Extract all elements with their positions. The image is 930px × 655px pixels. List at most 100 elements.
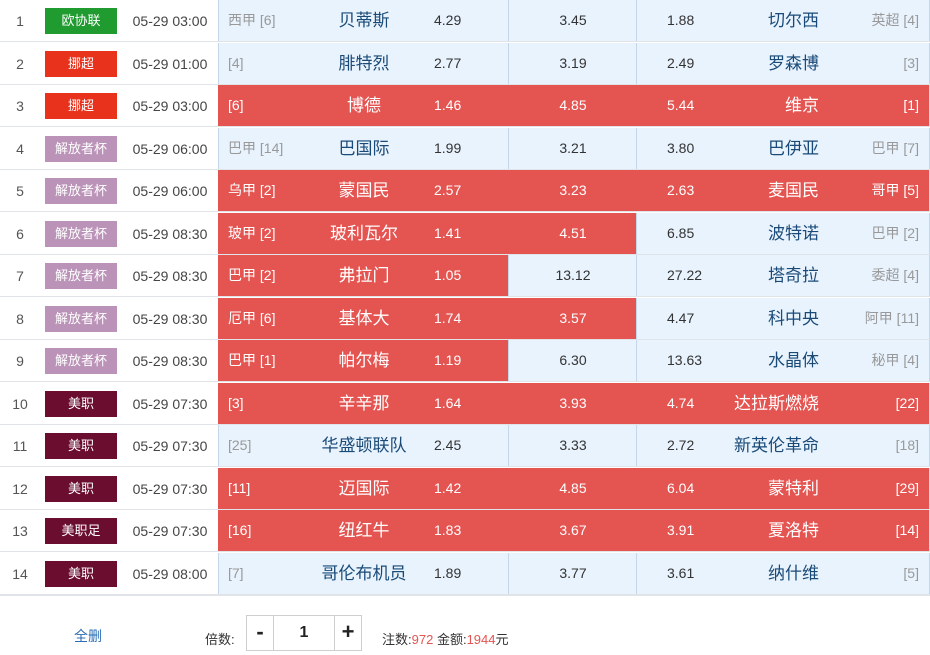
- row-index: 7: [16, 268, 24, 284]
- home-team: 辛辛那: [219, 383, 509, 424]
- away-team: 科中央: [768, 308, 819, 328]
- bet-footer: 全删 倍数: - 1 + 注数:972 金额:1944元: [0, 595, 930, 655]
- away-win-option[interactable]: 3.80 巴伊亚 巴甲 [7]: [636, 127, 930, 169]
- home-win-option[interactable]: 玻甲 [2] 玻利瓦尔 1.41: [218, 212, 508, 254]
- draw-option[interactable]: 3.93: [508, 382, 636, 424]
- home-win-option[interactable]: 厄甲 [6] 基体大 1.74: [218, 297, 508, 339]
- match-time: 05-29 03:00: [132, 13, 208, 29]
- clear-all-link[interactable]: 全删: [74, 626, 102, 646]
- away-odds: 27.22: [667, 267, 703, 283]
- match-time: 05-29 06:00: [132, 140, 208, 157]
- home-team-label: 贝蒂斯: [338, 11, 390, 30]
- league-badge: 解放者杯: [45, 135, 117, 162]
- away-win-option[interactable]: 2.72 新英伦革命 [18]: [636, 425, 930, 466]
- match-row: 13 美职足 05-29 07:30 [16] 纽红牛 1.83 3.67 3.91 夏洛特 [1…: [0, 510, 930, 552]
- draw-option[interactable]: 3.77: [508, 552, 636, 594]
- away-odds: 4.47: [667, 309, 695, 326]
- home-win-option[interactable]: [11] 迈国际 1.42: [218, 467, 509, 509]
- draw-option[interactable]: 4.51: [508, 212, 636, 254]
- away-win-option[interactable]: 2.49 罗森博 [3]: [636, 42, 930, 84]
- plus-button[interactable]: +: [334, 616, 361, 650]
- row-index: 9: [16, 353, 24, 369]
- draw-odds: 3.77: [559, 564, 587, 581]
- away-odds: 2.49: [667, 54, 695, 71]
- away-win-option[interactable]: 5.44 维京 [1]: [636, 85, 930, 126]
- multiplier-label: 倍数:: [205, 632, 235, 647]
- home-team: 华盛顿联队: [219, 425, 509, 466]
- home-odds: 2.77: [434, 54, 462, 71]
- away-rank: 委超 [4]: [871, 267, 919, 283]
- multiplier-input[interactable]: 1: [274, 616, 334, 650]
- home-team-label: 弗拉门: [338, 266, 390, 285]
- home-team: 哥伦布机员: [219, 553, 509, 594]
- row-index: 3: [16, 98, 24, 114]
- league-badge: 挪超: [45, 93, 117, 119]
- league-cell: 解放者杯: [40, 255, 122, 297]
- away-win-option[interactable]: 13.63 水晶体 秘甲 [4]: [636, 340, 930, 381]
- away-win-option[interactable]: 3.61 纳什维 [5]: [636, 552, 930, 594]
- draw-option[interactable]: 3.21: [508, 127, 636, 169]
- away-team: 麦国民: [768, 181, 819, 200]
- home-win-option[interactable]: [25] 华盛顿联队 2.45: [218, 425, 508, 466]
- away-win-option[interactable]: 4.74 达拉斯燃烧 [22]: [636, 382, 930, 424]
- draw-odds: 13.12: [555, 267, 591, 283]
- minus-button[interactable]: -: [247, 616, 274, 650]
- home-odds: 1.64: [434, 394, 462, 411]
- league-badge: 美职: [45, 390, 117, 417]
- draw-option[interactable]: 3.23: [508, 170, 636, 211]
- draw-odds: 4.85: [559, 479, 587, 496]
- home-team-label: 巴国际: [338, 138, 390, 158]
- home-win-option[interactable]: [3] 辛辛那 1.64: [218, 382, 509, 424]
- home-win-option[interactable]: 西甲 [6] 贝蒂斯 4.29: [218, 0, 508, 41]
- multiplier-stepper: - 1 +: [246, 615, 362, 651]
- home-team: 迈国际: [219, 468, 509, 509]
- draw-option[interactable]: 3.45: [508, 0, 636, 41]
- away-rank: [29]: [895, 479, 919, 496]
- row-index: 14: [12, 565, 28, 582]
- draw-option[interactable]: 3.19: [508, 42, 636, 84]
- home-win-option[interactable]: 巴甲 [14] 巴国际 1.99: [218, 127, 508, 169]
- match-time: 05-29 08:00: [132, 565, 208, 582]
- away-win-option[interactable]: 6.04 蒙特利 [29]: [636, 467, 930, 509]
- amount-unit: 元: [495, 632, 509, 647]
- draw-option[interactable]: 13.12: [508, 255, 636, 296]
- row-index: 2: [16, 55, 24, 72]
- home-odds: 1.89: [434, 564, 462, 581]
- draw-option[interactable]: 6.30: [508, 340, 636, 381]
- home-team-label: 迈国际: [338, 478, 390, 498]
- away-win-option[interactable]: 6.85 波特诺 巴甲 [2]: [636, 212, 930, 254]
- league-badge: 挪超: [45, 50, 117, 77]
- home-win-option[interactable]: 巴甲 [1] 帕尔梅 1.19: [218, 340, 508, 381]
- draw-option[interactable]: 4.85: [508, 85, 636, 126]
- away-win-option[interactable]: 3.91 夏洛特 [14]: [636, 510, 930, 551]
- home-win-option[interactable]: [16] 纽红牛 1.83: [218, 510, 508, 551]
- match-row: 4 解放者杯 05-29 06:00 巴甲 [14] 巴国际 1.99 3.21 3.80 巴伊…: [0, 127, 930, 170]
- away-odds: 3.91: [667, 522, 695, 538]
- draw-odds: 4.85: [559, 97, 587, 113]
- league-badge: 美职: [45, 433, 117, 459]
- draw-option[interactable]: 3.33: [508, 425, 636, 466]
- home-win-option[interactable]: 乌甲 [2] 蒙国民 2.57: [218, 170, 508, 211]
- home-team: 纽红牛: [219, 510, 509, 551]
- row-index: 6: [16, 225, 24, 242]
- away-rank: 巴甲 [2]: [871, 224, 919, 241]
- home-win-option[interactable]: [6] 博德 1.46: [218, 85, 508, 126]
- away-win-option[interactable]: 1.88 切尔西 英超 [4]: [636, 0, 930, 41]
- away-win-option[interactable]: 27.22 塔奇拉 委超 [4]: [636, 255, 930, 296]
- away-odds: 1.88: [667, 12, 695, 28]
- draw-option[interactable]: 3.57: [508, 297, 636, 339]
- home-win-option[interactable]: [7] 哥伦布机员 1.89: [218, 552, 509, 594]
- home-win-option[interactable]: [4] 腓特烈 2.77: [218, 42, 508, 84]
- draw-option[interactable]: 3.67: [508, 510, 636, 551]
- match-row: 11 美职 05-29 07:30 [25] 华盛顿联队 2.45 3.33 2.72 新英伦革…: [0, 425, 930, 467]
- away-odds: 6.04: [667, 479, 695, 496]
- home-win-option[interactable]: 巴甲 [2] 弗拉门 1.05: [218, 255, 508, 296]
- draw-option[interactable]: 4.85: [508, 467, 636, 509]
- home-team-label: 帕尔梅: [338, 351, 390, 370]
- match-time: 05-29 07:30: [132, 395, 208, 412]
- home-team-label: 哥伦布机员: [321, 563, 407, 583]
- match-row: 7 解放者杯 05-29 08:30 巴甲 [2] 弗拉门 1.05 13.12 27.22 塔…: [0, 255, 930, 297]
- match-time: 05-29 08:30: [132, 225, 208, 242]
- away-win-option[interactable]: 4.47 科中央 阿甲 [11]: [636, 297, 930, 339]
- away-win-option[interactable]: 2.63 麦国民 哥甲 [5]: [636, 170, 930, 211]
